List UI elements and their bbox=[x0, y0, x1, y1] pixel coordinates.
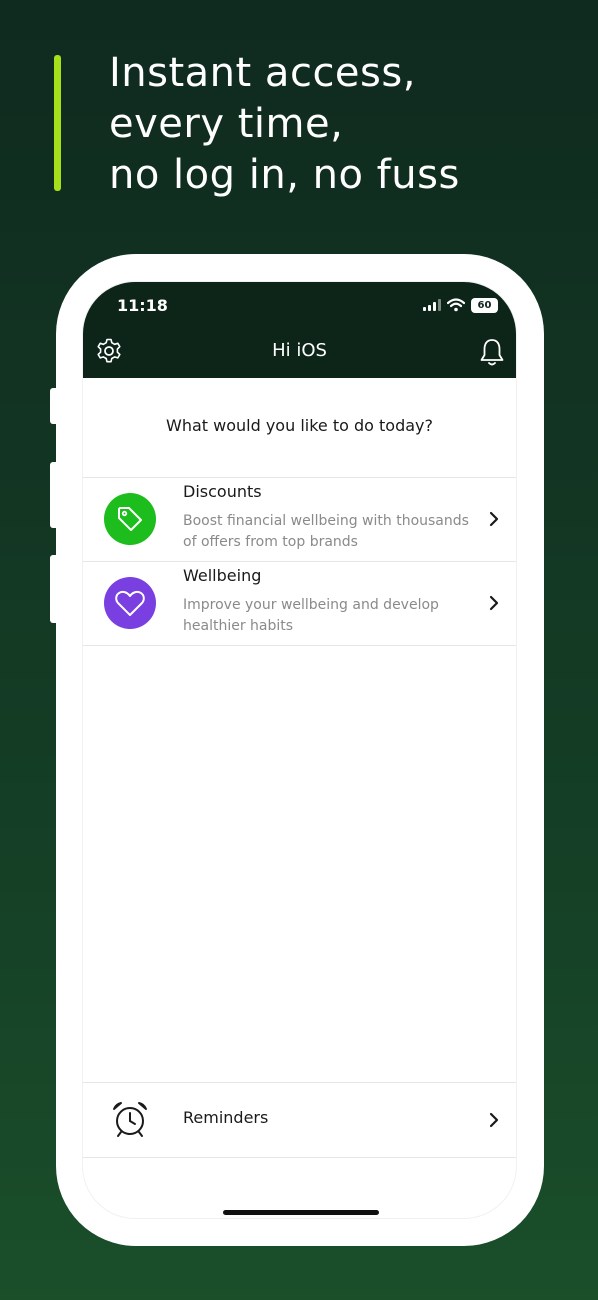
headline: Instant access, every time, no log in, n… bbox=[109, 48, 579, 201]
tag-icon bbox=[118, 507, 142, 531]
wellbeing-icon-badge bbox=[104, 577, 156, 629]
divider bbox=[83, 1157, 516, 1158]
headline-line-3: no log in, no fuss bbox=[109, 152, 460, 198]
chevron-right-icon bbox=[489, 511, 499, 527]
status-time: 11:18 bbox=[117, 296, 168, 315]
home-indicator[interactable] bbox=[223, 1210, 379, 1215]
chevron-right-icon bbox=[489, 595, 499, 611]
discounts-title: Discounts bbox=[183, 482, 262, 501]
reminders-row[interactable]: Reminders bbox=[83, 1083, 516, 1157]
wellbeing-title: Wellbeing bbox=[183, 566, 262, 585]
divider bbox=[83, 645, 516, 646]
battery-icon: 60 bbox=[471, 297, 498, 313]
heart-icon bbox=[115, 590, 145, 616]
app-header: 11:18 60 Hi iOS bbox=[83, 282, 516, 378]
headline-accent-bar bbox=[54, 55, 61, 191]
signal-icon bbox=[423, 299, 441, 311]
phone-screen: 11:18 60 Hi iOS What would you like to d… bbox=[83, 282, 516, 1218]
page-title: Hi iOS bbox=[272, 340, 327, 361]
chevron-right-icon bbox=[489, 1112, 499, 1128]
alarm-clock-icon bbox=[113, 1102, 147, 1137]
status-icons: 60 bbox=[423, 296, 498, 314]
discounts-description: Boost financial wellbeing with thousands… bbox=[183, 513, 469, 550]
prompt-text: What would you like to do today? bbox=[166, 416, 433, 435]
reminders-label: Reminders bbox=[183, 1108, 269, 1127]
discounts-icon-badge bbox=[104, 493, 156, 545]
list-item-wellbeing[interactable]: Wellbeing Improve your wellbeing and dev… bbox=[83, 562, 516, 644]
headline-line-1: Instant access, bbox=[109, 50, 416, 96]
bell-icon[interactable] bbox=[479, 337, 505, 367]
headline-line-2: every time, bbox=[109, 101, 344, 147]
wifi-icon bbox=[447, 298, 465, 312]
list-item-discounts[interactable]: Discounts Boost financial wellbeing with… bbox=[83, 478, 516, 560]
wellbeing-description: Improve your wellbeing and develop healt… bbox=[183, 597, 439, 634]
